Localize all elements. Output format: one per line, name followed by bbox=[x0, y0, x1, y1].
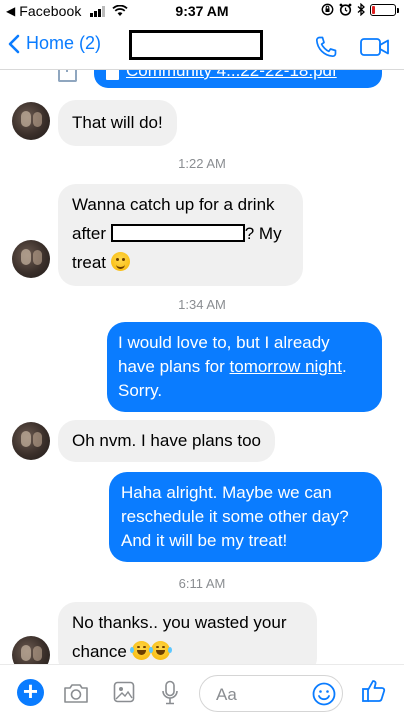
date-link[interactable]: tomorrow night bbox=[230, 357, 342, 376]
incoming-message[interactable]: Wanna catch up for a drink after ? My tr… bbox=[58, 184, 303, 286]
orientation-lock-icon bbox=[321, 3, 334, 16]
document-icon bbox=[106, 70, 119, 80]
smiling-face-emoji bbox=[110, 252, 130, 271]
message-line: reschedule it some other day? bbox=[121, 507, 349, 526]
back-button[interactable]: Home (2) bbox=[8, 33, 101, 54]
timestamp: 1:34 AM bbox=[178, 297, 226, 312]
message-list[interactable]: Community 4...22-22-18.pdf That will do!… bbox=[0, 70, 404, 664]
contact-name-redacted[interactable] bbox=[129, 30, 263, 60]
conversation-header: Home (2) bbox=[0, 24, 404, 70]
plus-icon[interactable]: + bbox=[17, 678, 44, 706]
message-line: Wanna catch up for a drink bbox=[72, 195, 275, 214]
timestamp: 1:22 AM bbox=[178, 156, 226, 171]
thumbs-up-icon[interactable] bbox=[361, 678, 387, 704]
incoming-message[interactable]: That will do! bbox=[58, 100, 177, 146]
emoji-icon[interactable] bbox=[312, 682, 336, 706]
message-text: treat bbox=[72, 253, 107, 272]
message-line: Sorry. bbox=[118, 381, 163, 400]
microphone-icon[interactable] bbox=[161, 680, 179, 706]
tears-of-joy-emoji bbox=[129, 641, 153, 660]
phone-icon[interactable] bbox=[314, 35, 338, 59]
outgoing-message[interactable]: Haha alright. Maybe we can reschedule it… bbox=[109, 472, 382, 562]
back-button-label[interactable]: Home (2) bbox=[26, 33, 101, 54]
incoming-message[interactable]: No thanks.. you wasted your chance bbox=[58, 602, 317, 664]
file-attachment-name[interactable]: Community 4...22-22-18.pdf bbox=[126, 70, 337, 81]
image-icon[interactable] bbox=[113, 681, 135, 703]
file-attachment-bubble[interactable]: Community 4...22-22-18.pdf bbox=[94, 70, 382, 88]
message-text: . bbox=[341, 357, 347, 376]
message-line: No thanks.. you wasted your bbox=[72, 613, 287, 632]
chevron-left-icon bbox=[8, 34, 20, 53]
avatar[interactable] bbox=[12, 240, 50, 278]
incoming-message[interactable]: Oh nvm. I have plans too bbox=[58, 420, 275, 462]
bluetooth-icon bbox=[357, 3, 365, 16]
avatar[interactable] bbox=[12, 102, 50, 140]
message-line: have plans for tomorrow night. bbox=[118, 355, 371, 379]
redacted-text bbox=[110, 224, 245, 242]
message-line: chance bbox=[72, 637, 303, 664]
outgoing-message[interactable]: I would love to, but I already have plan… bbox=[107, 322, 382, 412]
message-text: ? My bbox=[244, 224, 282, 243]
tears-of-joy-emoji bbox=[148, 641, 172, 660]
message-text: Oh nvm. I have plans too bbox=[72, 431, 261, 450]
message-line: after ? My bbox=[72, 219, 289, 248]
message-text: have plans for bbox=[118, 357, 230, 376]
message-composer: + Aa bbox=[0, 664, 404, 720]
message-line: Haha alright. Maybe we can bbox=[121, 483, 332, 502]
avatar[interactable] bbox=[12, 636, 50, 664]
message-text: after bbox=[72, 224, 111, 243]
message-line: treat bbox=[72, 248, 289, 277]
message-line: I would love to, but I already bbox=[118, 333, 330, 352]
message-input-placeholder: Aa bbox=[216, 685, 237, 704]
file-share-icon[interactable] bbox=[58, 70, 77, 82]
status-bar: ◀ Facebook 9:37 AM bbox=[0, 0, 404, 24]
message-text: That will do! bbox=[72, 113, 163, 132]
status-bar-right bbox=[321, 3, 399, 16]
camera-icon[interactable] bbox=[63, 682, 89, 704]
timestamp: 6:11 AM bbox=[178, 576, 226, 591]
alarm-icon bbox=[339, 3, 352, 16]
avatar[interactable] bbox=[12, 422, 50, 460]
message-input[interactable]: Aa bbox=[199, 675, 343, 712]
header-actions bbox=[314, 35, 390, 59]
message-text: chance bbox=[72, 642, 127, 661]
battery-icon bbox=[370, 3, 399, 16]
message-line: And it will be my treat! bbox=[121, 531, 288, 550]
video-camera-icon[interactable] bbox=[360, 37, 390, 57]
battery-level bbox=[372, 5, 375, 14]
